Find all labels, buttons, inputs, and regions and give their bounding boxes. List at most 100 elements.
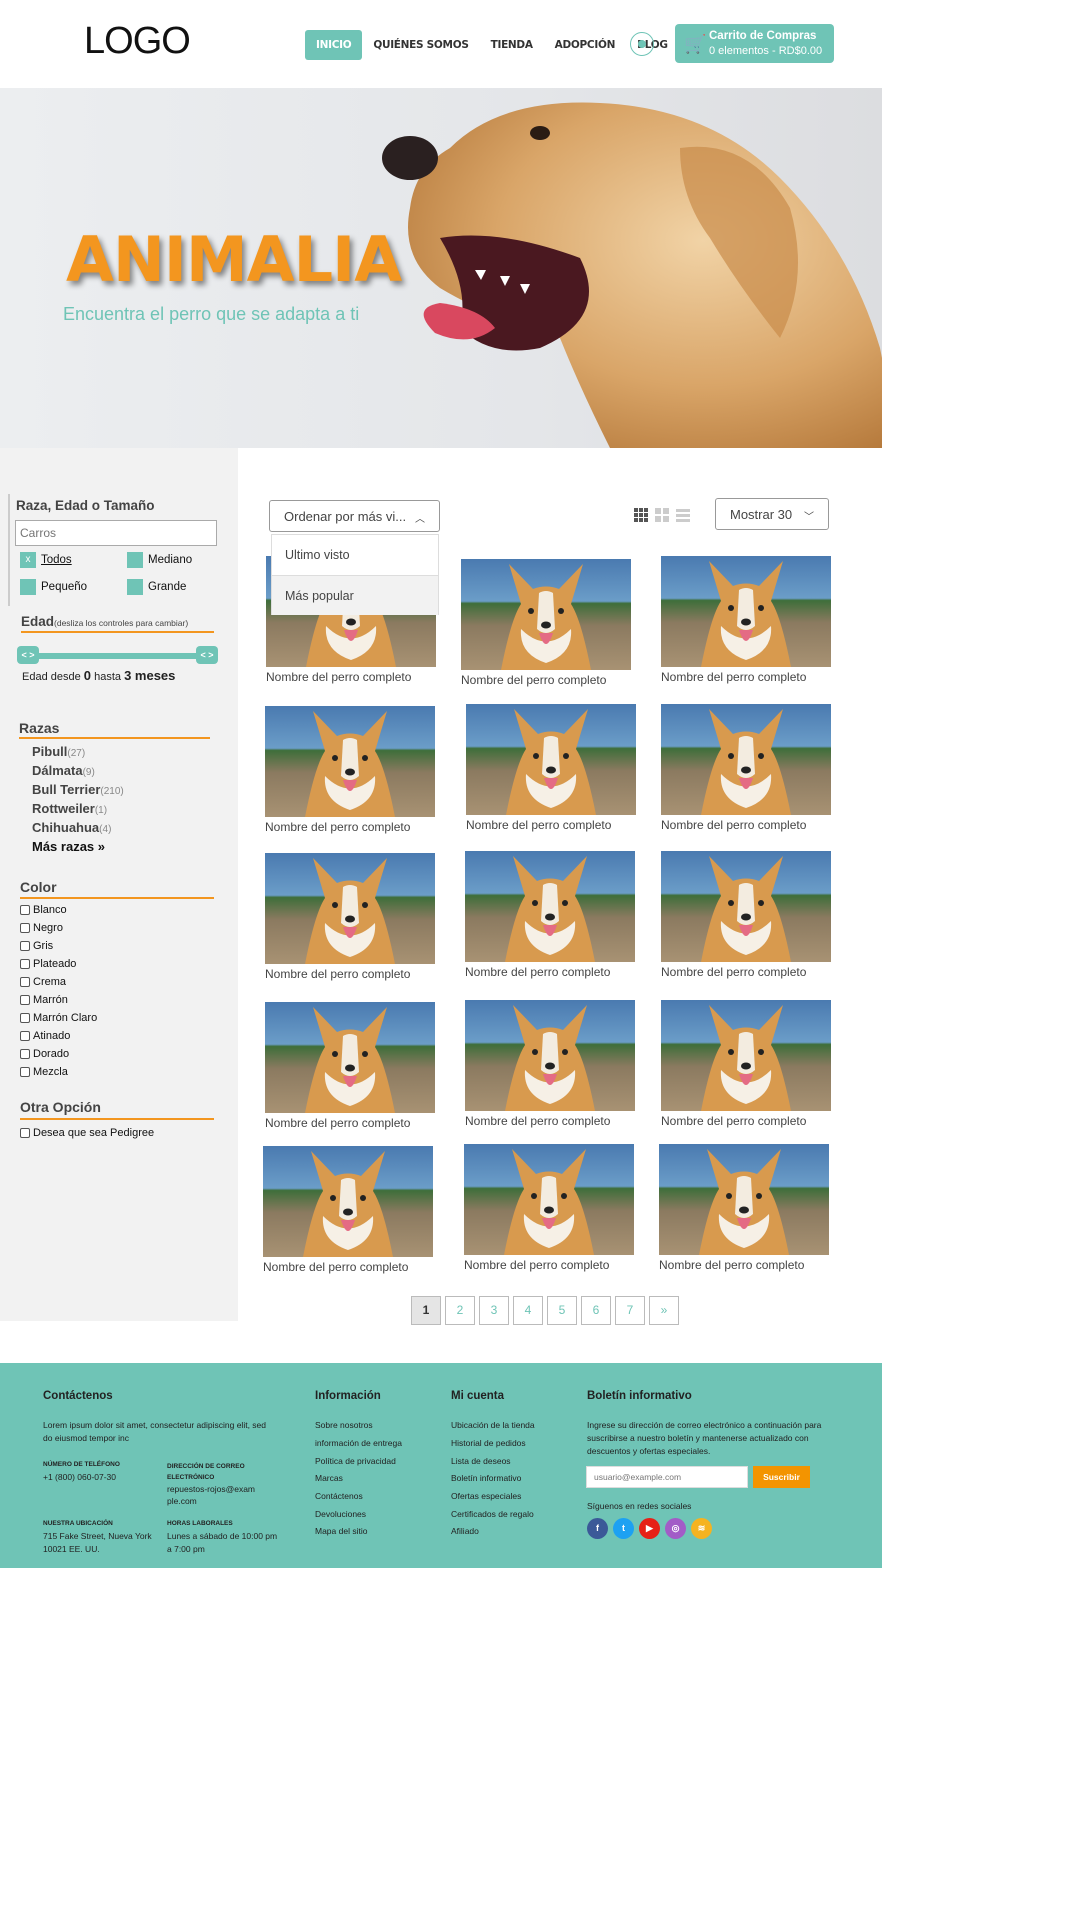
page-1[interactable]: 1 xyxy=(411,1296,441,1325)
dog-card-name[interactable]: Nombre del perro completo xyxy=(661,670,833,684)
dog-photo[interactable] xyxy=(263,1146,433,1257)
color-checkbox[interactable]: Plateado xyxy=(20,958,76,970)
dog-card-name[interactable]: Nombre del perro completo xyxy=(465,1114,637,1128)
grid-large-icon[interactable] xyxy=(634,508,648,522)
more-breeds-link[interactable]: Más razas » xyxy=(32,839,105,854)
color-checkbox[interactable]: Atinado xyxy=(20,1030,70,1042)
footer-link[interactable]: información de entrega xyxy=(315,1438,402,1448)
nav-inicio[interactable]: INICIO xyxy=(305,30,363,60)
dog-photo[interactable] xyxy=(461,559,631,670)
dog-photo[interactable] xyxy=(661,851,831,962)
dog-card[interactable]: Nombre del perro completo xyxy=(464,1144,636,1272)
dog-card[interactable]: Nombre del perro completo xyxy=(465,1000,637,1128)
nav-tienda[interactable]: TIENDA xyxy=(480,30,544,60)
nav-quienes-somos[interactable]: QUIÉNES SOMOS xyxy=(362,30,479,60)
footer-link[interactable]: Política de privacidad xyxy=(315,1456,396,1466)
breed-link[interactable]: Rottweiler(1) xyxy=(32,801,107,816)
nav-adopcion[interactable]: ADOPCIÓN xyxy=(544,30,626,60)
color-checkbox[interactable]: Crema xyxy=(20,976,66,988)
dog-card[interactable]: Nombre del perro completo xyxy=(265,853,437,981)
dog-card[interactable]: Nombre del perro completo xyxy=(265,1002,437,1130)
footer-link[interactable]: Devoluciones xyxy=(315,1509,366,1519)
dog-photo[interactable] xyxy=(265,1002,435,1113)
dog-photo[interactable] xyxy=(464,1144,634,1255)
footer-link[interactable]: Ubicación de la tienda xyxy=(451,1420,535,1430)
page-7[interactable]: 7 xyxy=(615,1296,645,1325)
dog-card-name[interactable]: Nombre del perro completo xyxy=(464,1258,636,1272)
footer-email[interactable]: repuestos-rojos@example.com xyxy=(167,1483,257,1507)
page-4[interactable]: 4 xyxy=(513,1296,543,1325)
age-slider-min-handle[interactable]: < > xyxy=(17,646,39,664)
footer-link[interactable]: Mapa del sitio xyxy=(315,1526,367,1536)
facebook-icon[interactable]: f xyxy=(587,1518,608,1539)
color-checkbox[interactable]: Marrón Claro xyxy=(20,1012,97,1024)
dog-card-name[interactable]: Nombre del perro completo xyxy=(265,967,437,981)
dog-card[interactable]: Nombre del perro completo xyxy=(465,851,637,979)
page-2[interactable]: 2 xyxy=(445,1296,475,1325)
dog-card-name[interactable]: Nombre del perro completo xyxy=(265,820,437,834)
dog-card[interactable]: Nombre del perro completo xyxy=(661,704,833,832)
cart-button[interactable]: 🛒 Carrito de Compras 0 elementos - RD$0.… xyxy=(675,24,834,63)
footer-link[interactable]: Certificados de regalo xyxy=(451,1509,534,1519)
dog-card-name[interactable]: Nombre del perro completo xyxy=(465,965,637,979)
page-next[interactable]: » xyxy=(649,1296,679,1325)
dog-card[interactable]: Nombre del perro completo xyxy=(661,1000,833,1128)
color-checkbox[interactable]: Mezcla xyxy=(20,1066,68,1078)
pedigree-checkbox[interactable]: Desea que sea Pedigree xyxy=(20,1127,154,1139)
dog-photo[interactable] xyxy=(661,556,831,667)
page-5[interactable]: 5 xyxy=(547,1296,577,1325)
dog-card[interactable]: Nombre del perro completo xyxy=(659,1144,831,1272)
youtube-icon[interactable]: ▶ xyxy=(639,1518,660,1539)
size-option-mediano[interactable]: Mediano xyxy=(127,552,192,568)
breed-link[interactable]: Chihuahua(4) xyxy=(32,820,111,835)
search-input[interactable] xyxy=(15,520,217,546)
grid-small-icon[interactable] xyxy=(655,508,669,522)
page-6[interactable]: 6 xyxy=(581,1296,611,1325)
sort-option-ultimo-visto[interactable]: Ultimo visto xyxy=(272,535,438,575)
dog-photo[interactable] xyxy=(265,853,435,964)
size-option-todos[interactable]: x Todos xyxy=(20,552,72,568)
breed-link[interactable]: Pibull(27) xyxy=(32,744,85,759)
user-account-button[interactable] xyxy=(630,32,654,56)
dog-card-name[interactable]: Nombre del perro completo xyxy=(661,1114,833,1128)
dog-photo[interactable] xyxy=(465,1000,635,1111)
rss-icon[interactable]: ≋ xyxy=(691,1518,712,1539)
dog-photo[interactable] xyxy=(661,1000,831,1111)
dog-card-name[interactable]: Nombre del perro completo xyxy=(659,1258,831,1272)
dog-card[interactable]: Nombre del perro completo xyxy=(461,559,633,687)
dog-photo[interactable] xyxy=(265,706,435,817)
dog-card[interactable]: Nombre del perro completo xyxy=(263,1146,435,1274)
footer-link[interactable]: Ofertas especiales xyxy=(451,1491,521,1501)
dog-card-name[interactable]: Nombre del perro completo xyxy=(661,818,833,832)
color-checkbox[interactable]: Negro xyxy=(20,922,63,934)
color-checkbox[interactable]: Blanco xyxy=(20,904,67,916)
footer-link[interactable]: Boletín informativo xyxy=(451,1473,521,1483)
show-count-select[interactable]: Mostrar 30 ﹀ xyxy=(715,498,829,530)
breed-link[interactable]: Bull Terrier(210) xyxy=(32,782,124,797)
subscribe-button[interactable]: Suscribir xyxy=(753,1466,810,1488)
age-slider-max-handle[interactable]: < > xyxy=(196,646,218,664)
breed-link[interactable]: Dálmata(9) xyxy=(32,763,95,778)
footer-link[interactable]: Afiliado xyxy=(451,1526,479,1536)
dog-card-name[interactable]: Nombre del perro completo xyxy=(466,818,638,832)
sort-select[interactable]: Ordenar por más vi... ︿ xyxy=(269,500,440,532)
logo[interactable]: LOGO xyxy=(84,20,191,63)
color-checkbox[interactable]: Marrón xyxy=(20,994,68,1006)
footer-link[interactable]: Marcas xyxy=(315,1473,343,1483)
footer-link[interactable]: Contáctenos xyxy=(315,1491,363,1501)
dog-card-name[interactable]: Nombre del perro completo xyxy=(461,673,633,687)
size-option-grande[interactable]: Grande xyxy=(127,579,186,595)
list-icon[interactable] xyxy=(676,508,690,522)
color-checkbox[interactable]: Gris xyxy=(20,940,53,952)
dog-card-name[interactable]: Nombre del perro completo xyxy=(266,670,438,684)
dog-photo[interactable] xyxy=(661,704,831,815)
dog-photo[interactable] xyxy=(659,1144,829,1255)
dog-card[interactable]: Nombre del perro completo xyxy=(661,851,833,979)
page-3[interactable]: 3 xyxy=(479,1296,509,1325)
instagram-icon[interactable]: ◎ xyxy=(665,1518,686,1539)
size-option-pequeno[interactable]: Pequeño xyxy=(20,579,87,595)
dog-photo[interactable] xyxy=(466,704,636,815)
dog-card-name[interactable]: Nombre del perro completo xyxy=(263,1260,435,1274)
dog-card-name[interactable]: Nombre del perro completo xyxy=(661,965,833,979)
dog-card[interactable]: Nombre del perro completo xyxy=(661,556,833,684)
